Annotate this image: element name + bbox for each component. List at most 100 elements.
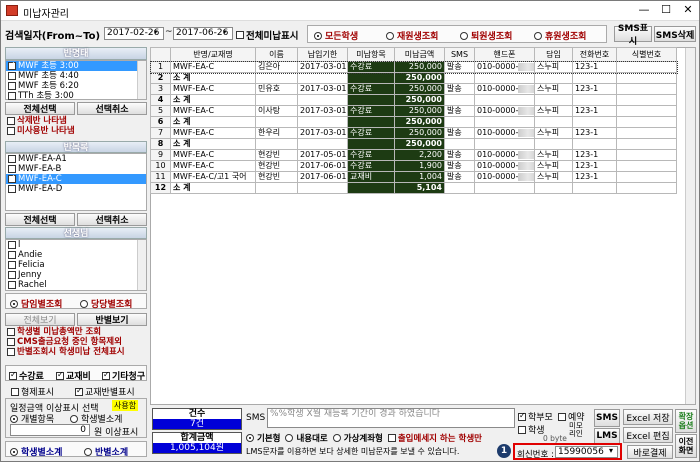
sms-show-button[interactable]: SMS표시 — [614, 24, 652, 47]
list-item[interactable]: l — [6, 240, 146, 250]
list-item[interactable]: Jenny — [6, 270, 146, 280]
sms-send-button[interactable]: SMS — [594, 409, 620, 427]
filter-withdrawn-radio[interactable]: 퇴원생조회 — [460, 29, 512, 42]
student-checkbox[interactable]: 학생 — [518, 423, 545, 436]
class-select-all-button[interactable]: 전체선택 — [5, 102, 75, 115]
by-teacher-radio[interactable]: 담임별조회 — [10, 297, 62, 310]
min-amount-field[interactable]: 0 — [10, 424, 90, 436]
table-row[interactable]: 1 MWF-EA-C 김은아 2017-03-01 수강료 250,000 발송 010-00… — [149, 60, 678, 74]
table-cell — [347, 94, 395, 106]
list-item[interactable]: MWF-EA-C — [6, 173, 146, 184]
table-row[interactable]: 3 MWF-EA-C 민유호 2017-03-01 수강료 250,000 발송 010-00… — [150, 83, 677, 95]
list-item[interactable]: MWF-EA-B — [6, 164, 146, 174]
class-list[interactable]: MWF 초등 3:00 MWF 초등 4:40 MWF 초등 6:20 TTh … — [5, 60, 147, 101]
minimize-icon[interactable]: — — [633, 2, 655, 18]
list-item[interactable]: MWF-EA-D — [6, 184, 146, 194]
column-header[interactable]: SMS — [444, 47, 475, 62]
student-subtotal-radio[interactable]: 학생별소계 — [10, 445, 62, 458]
class-subtotal-radio[interactable]: 반별소계 — [84, 445, 128, 458]
table-row[interactable]: 7 MWF-EA-C 한우리 2017-03-01 수강료 250,000 발송 010-00… — [150, 127, 677, 139]
scrollbar[interactable] — [137, 61, 146, 99]
column-header[interactable]: 미납항목 — [347, 47, 395, 62]
view-all-tab[interactable]: 전체보기 — [5, 313, 75, 326]
close-icon[interactable]: ✕ — [677, 2, 699, 18]
class-all-unpaid-checkbox[interactable]: 반별조회시 학생미납 전체표시 — [5, 347, 147, 357]
filter-leave-radio[interactable]: 휴원생조회 — [534, 29, 586, 42]
pay-now-button[interactable]: 바로결제 — [627, 445, 673, 459]
show-deleted-checkbox[interactable]: 삭제반 나타냄 — [5, 116, 147, 126]
teacher-list[interactable]: l Andie Felicia Jenny Rachel — [5, 239, 147, 291]
table-row[interactable]: 12 소 계 5,104 — [150, 182, 677, 194]
table-cell: 250,000 — [394, 116, 445, 128]
sibling-checkbox[interactable]: 형제표시 — [11, 385, 54, 398]
view-by-class-tab[interactable]: 반별보기 — [77, 313, 147, 326]
extended-options-button[interactable]: 확장옵션 — [675, 409, 697, 433]
table-row[interactable]: 5 MWF-EA-C 이사탕 2017-03-01 수강료 250,000 발송 010-00… — [150, 105, 677, 117]
chevron-down-icon[interactable]: ▾ — [609, 446, 613, 455]
table-cell: 한우리 — [255, 127, 298, 139]
other-checkbox[interactable]: 기타청구 — [102, 369, 145, 382]
basic-radio[interactable] — [246, 433, 254, 442]
parent-checkbox[interactable]: 학부모 — [518, 410, 553, 423]
scrollbar[interactable] — [137, 240, 146, 290]
table-row[interactable]: 6소 계 250,000 — [150, 116, 677, 128]
cms-exclude-checkbox[interactable]: CMS출금요청 중인 항목제외 — [5, 337, 147, 347]
sms-delete-button[interactable]: SMS삭제 — [654, 26, 696, 42]
table-row[interactable]: 9 MWF-EA-C 현강빈 2017-05-01 수강료 2,200 발송 010-0000… — [150, 149, 677, 161]
group-deselect-button[interactable]: 선택취소 — [77, 213, 147, 226]
list-item[interactable]: Andie — [6, 250, 146, 260]
table-cell — [572, 116, 617, 128]
student-total-checkbox[interactable]: 학생별 미납총액만 조회 — [5, 327, 147, 337]
unpaid-table[interactable]: 반명/교재명 이름 납입기한 미납항목 미납금액 SMS 핸드폰 담임 전화번호 식별번호 1 MW… — [149, 47, 678, 194]
list-item[interactable]: TTh 초등 3:00 — [6, 91, 146, 101]
group-list[interactable]: MWF-EA-A1 MWF-EA-B MWF-EA-C MWF-EA-D — [5, 153, 147, 211]
list-item[interactable]: Felicia — [6, 260, 146, 270]
all-unpaid-checkbox[interactable]: 전체미납표시 — [236, 28, 298, 42]
list-item[interactable]: MWF 초등 4:40 — [6, 71, 146, 81]
list-item[interactable]: MWF-EA-A1 — [6, 154, 146, 164]
table-row[interactable]: 8소 계 250,000 — [150, 138, 677, 150]
column-header[interactable]: 납입기한 — [297, 47, 348, 62]
content-radio[interactable] — [285, 433, 294, 442]
tuition-checkbox[interactable]: 수강료 — [9, 369, 44, 382]
filter-enrolled-radio[interactable]: 재원생조회 — [386, 29, 438, 42]
list-item[interactable]: MWF 초등 3:00 — [6, 60, 146, 71]
chevron-down-icon[interactable]: ▾ — [223, 28, 227, 36]
lms-send-button[interactable]: LMS — [594, 428, 620, 444]
list-item[interactable]: MWF 초등 6:20 — [6, 81, 146, 91]
filter-all-radio[interactable]: 모든학생 — [314, 29, 358, 42]
class-deselect-button[interactable]: 선택취소 — [77, 102, 147, 115]
column-header[interactable]: 전화번호 — [572, 47, 617, 62]
column-header[interactable]: 담임 — [534, 47, 573, 62]
table-cell: 010-0000- — [474, 149, 535, 161]
variable-radio[interactable] — [332, 433, 341, 442]
back-button[interactable]: 이전화면 — [675, 434, 697, 458]
material-class-checkbox[interactable]: 교재반별표시 — [75, 385, 135, 398]
maximize-icon[interactable]: ☐ — [655, 2, 677, 18]
table-cell — [297, 138, 348, 150]
column-header[interactable]: 미납금액 — [394, 47, 445, 62]
use-badge[interactable]: 사용함 — [112, 400, 139, 411]
material-checkbox[interactable]: 교재비 — [56, 369, 91, 382]
attendance-checkbox[interactable] — [387, 433, 396, 442]
grid-scrollbar[interactable] — [685, 48, 695, 404]
table-row[interactable]: 11 MWF-EA-C/고1 국어 현강빈 2017-06-01 교재비 1,004 발송 0… — [150, 171, 677, 183]
table-row[interactable]: 4소 계 250,000 — [150, 94, 677, 106]
by-staff-radio[interactable]: 당당별조회 — [80, 297, 132, 310]
column-header[interactable] — [150, 47, 171, 62]
show-unused-checkbox[interactable]: 미사용반 나타냄 — [5, 126, 147, 136]
chevron-down-icon[interactable]: ▾ — [154, 28, 158, 36]
column-header[interactable]: 식별번호 — [616, 47, 677, 62]
excel-edit-button[interactable]: Excel 편집 — [623, 427, 673, 443]
column-header[interactable]: 핸드폰 — [474, 47, 535, 62]
table-row[interactable]: 2소 계 250,000 — [150, 72, 677, 84]
list-item[interactable]: Rachel — [6, 280, 146, 290]
table-row[interactable]: 10 MWF-EA-C 현강빈 2017-06-01 수강료 1,900 발송 010-000… — [150, 160, 677, 172]
column-header[interactable]: 이름 — [255, 47, 298, 62]
checkbox-icon[interactable] — [236, 31, 244, 39]
sms-message-field[interactable]: %%학생 X월 재등록 기간이 경과 하였습니다 — [267, 408, 515, 428]
group-select-all-button[interactable]: 전체선택 — [5, 213, 75, 226]
table-cell — [616, 182, 677, 194]
column-header[interactable]: 반명/교재명 — [170, 47, 256, 62]
excel-save-button[interactable]: Excel 저장 — [623, 409, 673, 425]
